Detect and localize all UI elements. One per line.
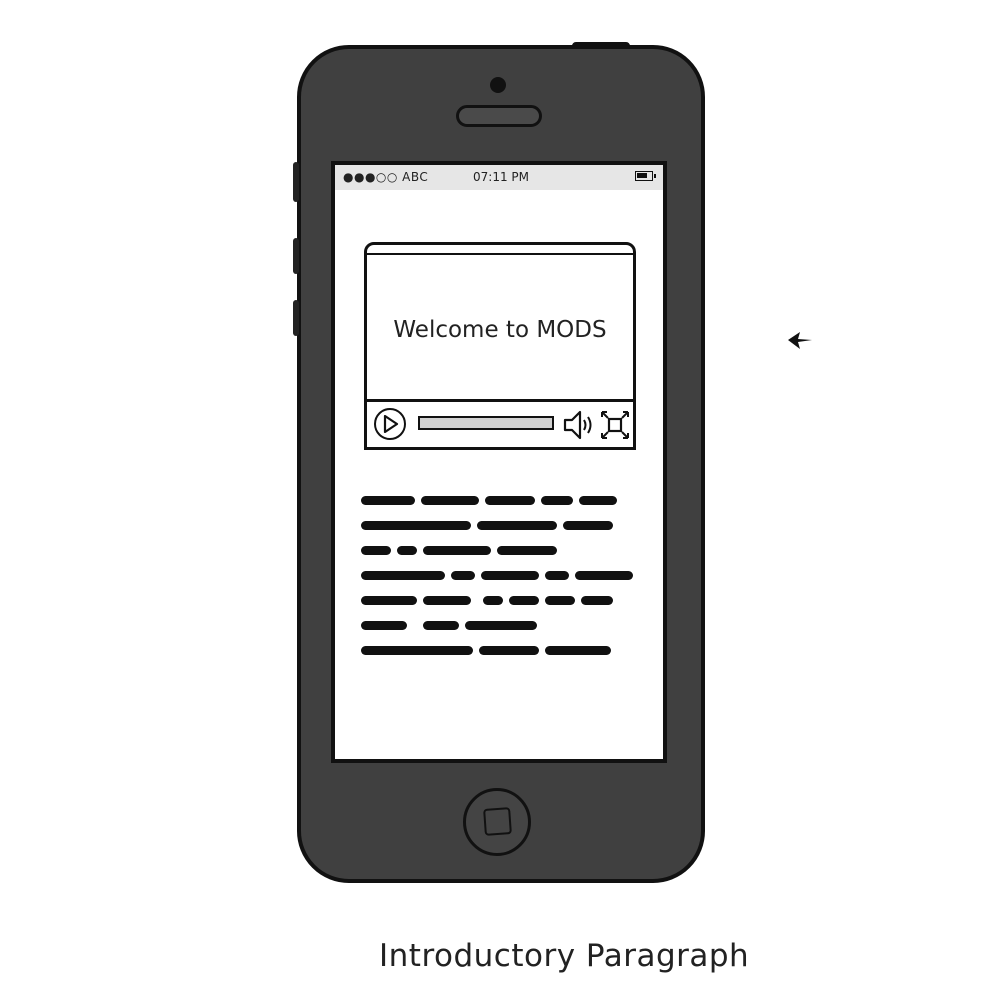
video-frame-edge	[367, 253, 633, 255]
scribble-line	[359, 540, 639, 565]
scribble-line	[359, 640, 639, 665]
status-time: 07:11 PM	[473, 170, 529, 184]
scribble-line	[359, 590, 639, 615]
earpiece-speaker	[456, 105, 542, 127]
fullscreen-icon[interactable]	[599, 408, 631, 442]
page-caption: Introductory Paragraph	[379, 938, 750, 974]
mouse-cursor-icon	[788, 332, 812, 349]
scribble-line	[359, 490, 639, 515]
scribble-line	[359, 615, 639, 640]
video-player[interactable]: Welcome to MODS	[364, 242, 636, 450]
scribble-line	[359, 515, 639, 540]
mute-switch[interactable]	[293, 162, 299, 202]
video-progress-bar[interactable]	[418, 416, 554, 430]
play-icon	[383, 415, 399, 433]
front-camera	[490, 77, 506, 93]
home-button[interactable]	[463, 788, 531, 856]
volume-up-button[interactable]	[293, 238, 299, 274]
home-square-icon	[483, 807, 512, 836]
scribble-line	[359, 565, 639, 590]
status-bar: ●●●○○ ABC 07:11 PM	[335, 165, 663, 190]
video-title: Welcome to MODS	[393, 317, 607, 343]
battery-icon	[635, 171, 656, 181]
volume-down-button[interactable]	[293, 300, 299, 336]
carrier-signal: ●●●○○ ABC	[343, 170, 429, 184]
volume-icon[interactable]	[562, 408, 598, 442]
scribbled-paragraph	[359, 490, 639, 665]
play-button[interactable]	[374, 408, 406, 440]
video-controls	[367, 399, 633, 447]
